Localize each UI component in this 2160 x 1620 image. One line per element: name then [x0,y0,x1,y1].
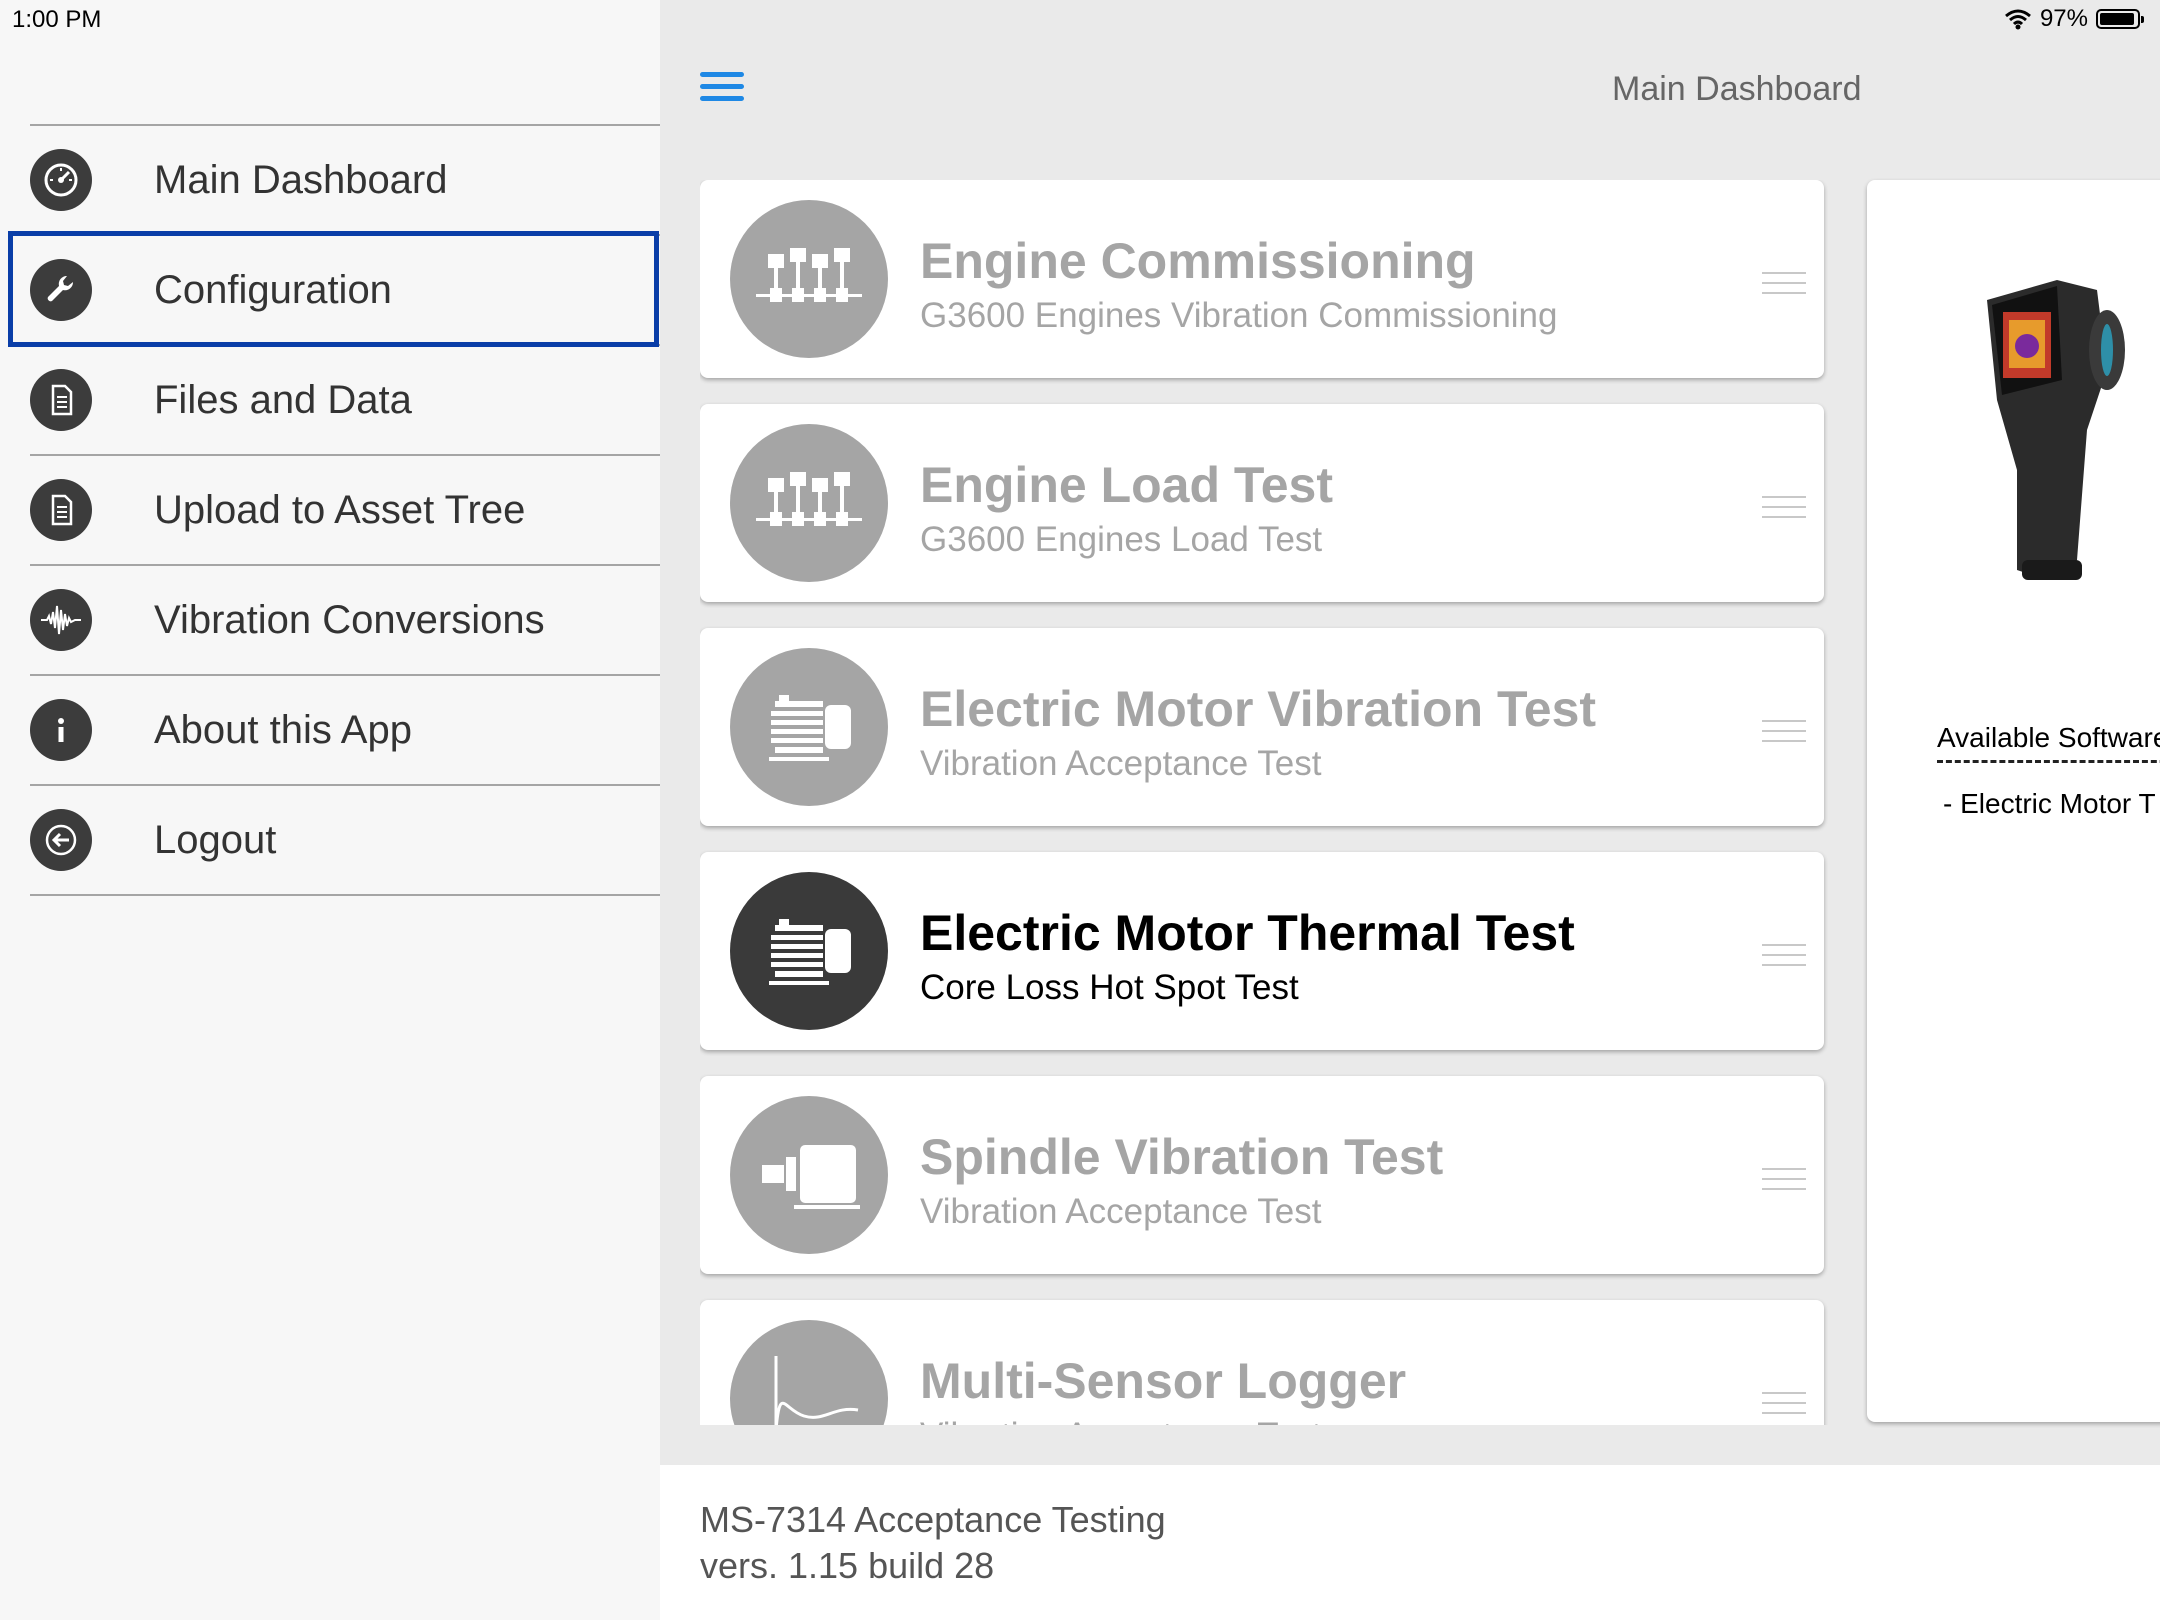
sidebar-item-label: Upload to Asset Tree [154,487,526,532]
sidebar-item-main-dashboard[interactable]: Main Dashboard [30,126,660,236]
test-title: Electric Motor Thermal Test [920,905,1575,961]
test-card-engine-load-test[interactable]: Engine Load Test G3600 Engines Load Test [700,404,1824,602]
document-icon [30,479,92,541]
spindle-icon [730,1096,888,1254]
engine-pistons-icon [730,424,888,582]
available-software-item: - Electric Motor T [1943,788,2156,819]
test-subtitle: Vibration Acceptance Test [920,1416,1321,1425]
curve-icon [730,1320,888,1425]
battery-percent: 97% [2039,5,2088,32]
test-title: Multi-Sensor Logger [920,1353,1407,1409]
test-detail-panel: Available Software - Electric Motor T [1867,180,2160,1422]
test-card-electric-motor-thermal[interactable]: Electric Motor Thermal Test Core Loss Ho… [700,852,1824,1050]
electric-motor-icon [730,648,888,806]
test-title: Engine Commissioning [920,233,1476,289]
test-subtitle: G3600 Engines Vibration Commissioning [920,296,1558,335]
sidebar-item-vibration-conversions[interactable]: Vibration Conversions [30,566,660,676]
page-title: Main Dashboard [1612,70,1862,108]
available-software-title: Available Software [1937,722,2160,753]
test-title: Spindle Vibration Test [920,1129,1444,1185]
sidebar-item-about-this-app[interactable]: About this App [30,676,660,786]
test-card-multi-sensor-logger[interactable]: Multi-Sensor Logger Vibration Acceptance… [700,1300,1824,1425]
battery-icon [2096,9,2144,29]
test-card-electric-motor-vibration[interactable]: Electric Motor Vibration Test Vibration … [700,628,1824,826]
test-card-spindle-vibration[interactable]: Spindle Vibration Test Vibration Accepta… [700,1076,1824,1274]
dashed-divider [1937,760,2160,763]
main-content: Main Dashboard Engine Commissioning G360… [660,0,2160,1620]
sidebar-item-files-and-data[interactable]: Files and Data [30,346,660,456]
thermal-camera-image [1987,280,2125,580]
logout-icon [30,809,92,871]
drag-handle-icon[interactable] [1762,720,1806,750]
wifi-icon [2004,9,2031,30]
status-time: 1:00 PM [12,6,102,33]
sidebar-item-label: Vibration Conversions [154,597,545,642]
test-subtitle: Vibration Acceptance Test [920,744,1322,783]
engine-pistons-icon [730,200,888,358]
status-bar: 1:00 PM 97% [0,0,2160,40]
sidebar-item-label: Files and Data [154,377,412,422]
waveform-icon [30,589,92,651]
sidebar-item-upload-to-asset-tree[interactable]: Upload to Asset Tree [30,456,660,566]
electric-motor-icon [730,872,888,1030]
sidebar-item-logout[interactable]: Logout [30,786,660,896]
test-subtitle: G3600 Engines Load Test [920,520,1323,559]
info-icon [30,699,92,761]
test-card-engine-commissioning[interactable]: Engine Commissioning G3600 Engines Vibra… [700,180,1824,378]
footer-version: vers. 1.15 build 28 [700,1545,995,1586]
selected-item-highlight [8,231,659,347]
drag-handle-icon[interactable] [1762,1392,1806,1422]
status-indicators: 97% [2004,5,2144,33]
drag-handle-icon[interactable] [1762,1168,1806,1198]
test-title: Electric Motor Vibration Test [920,681,1597,737]
test-title: Engine Load Test [920,457,1333,513]
test-subtitle: Vibration Acceptance Test [920,1192,1322,1231]
speedometer-icon [30,149,92,211]
sidebar-item-label: Main Dashboard [154,157,448,202]
hamburger-menu-icon[interactable] [700,72,744,106]
drag-handle-icon[interactable] [1762,944,1806,974]
drag-handle-icon[interactable] [1762,272,1806,302]
document-icon [30,369,92,431]
footer: MS-7314 Acceptance Testing vers. 1.15 bu… [660,1465,2160,1620]
test-card-list[interactable]: Engine Commissioning G3600 Engines Vibra… [700,180,1840,1425]
sidebar: Main Dashboard Configuration Files and D… [0,0,660,1620]
sidebar-item-label: Logout [154,817,277,862]
footer-app-name: MS-7314 Acceptance Testing [700,1499,1166,1540]
test-subtitle: Core Loss Hot Spot Test [920,968,1299,1007]
sidebar-item-label: About this App [154,707,412,752]
drag-handle-icon[interactable] [1762,496,1806,526]
